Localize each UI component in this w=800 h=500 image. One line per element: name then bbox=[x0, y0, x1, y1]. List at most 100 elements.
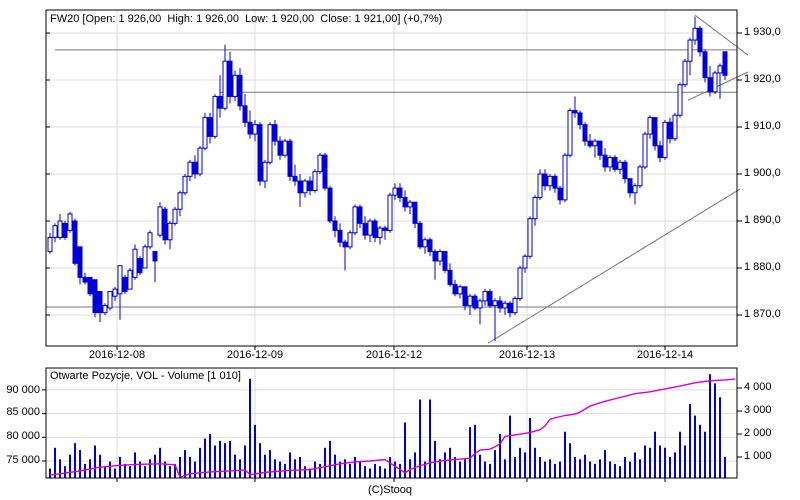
candle-body bbox=[602, 154, 608, 168]
candle-body bbox=[177, 192, 183, 210]
volume-bar bbox=[594, 463, 596, 478]
volume-bar bbox=[629, 461, 631, 478]
candle-body bbox=[252, 124, 258, 135]
candle-body bbox=[272, 124, 278, 142]
volume-bar bbox=[649, 447, 651, 478]
candle-body bbox=[137, 258, 143, 274]
candle-body bbox=[547, 175, 553, 187]
volume-bar bbox=[459, 461, 461, 478]
price-axis-label-1870: 1 870,0 bbox=[744, 308, 781, 320]
volume-bar bbox=[344, 459, 346, 478]
volume-bar bbox=[539, 457, 541, 478]
candle-body bbox=[167, 222, 173, 241]
volume-bar bbox=[329, 440, 331, 478]
volume-bar bbox=[349, 463, 351, 478]
volume-bar bbox=[514, 457, 516, 478]
volume-bar bbox=[239, 459, 241, 478]
candle-body bbox=[187, 161, 193, 177]
volume-bar bbox=[114, 468, 116, 478]
candle-body bbox=[552, 175, 558, 189]
volume-bar bbox=[644, 445, 646, 478]
candle-body bbox=[172, 208, 178, 224]
volume-bar bbox=[254, 424, 256, 478]
candle-body bbox=[377, 227, 383, 238]
volume-bar bbox=[674, 452, 676, 478]
volume-bar bbox=[269, 450, 271, 478]
candle-body bbox=[202, 117, 208, 149]
volume-bar bbox=[54, 447, 56, 478]
candle-body bbox=[462, 286, 468, 307]
volume-bar bbox=[119, 457, 121, 478]
candle-body bbox=[197, 147, 203, 175]
volume-bar bbox=[569, 443, 571, 478]
candle-body bbox=[477, 300, 483, 309]
candle-body bbox=[442, 251, 448, 271]
volume-bar bbox=[144, 466, 146, 478]
volume-bar bbox=[304, 466, 306, 478]
volume-bar bbox=[399, 463, 401, 478]
price-axis-label-1900: 1 900,0 bbox=[744, 167, 781, 179]
candle-body bbox=[622, 161, 628, 180]
candle-body bbox=[677, 84, 683, 116]
volume-bar bbox=[504, 459, 506, 478]
volume-bar bbox=[364, 466, 366, 478]
price-panel-border bbox=[45, 9, 738, 347]
volume-bar bbox=[154, 454, 156, 478]
candle-body bbox=[337, 229, 343, 243]
candle-body bbox=[112, 288, 118, 297]
volume-bar bbox=[719, 397, 721, 478]
volume-bar bbox=[659, 445, 661, 478]
candle-body bbox=[707, 77, 713, 93]
candle-body bbox=[222, 60, 228, 109]
candle-body bbox=[372, 220, 378, 238]
volume-bar bbox=[549, 459, 551, 478]
volume-bar bbox=[129, 466, 131, 478]
volume-bar bbox=[394, 461, 396, 478]
volume-bar bbox=[474, 424, 476, 478]
candle-body bbox=[152, 251, 158, 262]
candle-body bbox=[522, 255, 528, 269]
candle-body bbox=[207, 117, 213, 137]
volume-bar bbox=[714, 383, 716, 478]
volume-bar bbox=[374, 463, 376, 478]
volume-bar bbox=[614, 463, 616, 478]
candle-body bbox=[332, 220, 338, 231]
volume-bar bbox=[529, 417, 531, 478]
stooq-chart-page: FW20 [Open: 1 926,00 High: 1 926,00 Low:… bbox=[0, 0, 800, 500]
candle-body bbox=[512, 298, 518, 314]
candle-body bbox=[367, 220, 373, 236]
candle-body bbox=[307, 180, 313, 191]
volume-bar bbox=[274, 459, 276, 478]
candle-body bbox=[582, 124, 588, 142]
volume-bar bbox=[599, 459, 601, 478]
candle-body bbox=[697, 27, 703, 53]
volume-axis-label-75000: 75 000 bbox=[6, 454, 40, 466]
volume-bar bbox=[49, 468, 51, 478]
candle-body bbox=[692, 27, 698, 41]
date-label-2016-12-08: 2016-12-08 bbox=[88, 349, 146, 361]
copyright-stooq: (C)Stooq bbox=[367, 484, 413, 496]
candle-body bbox=[212, 95, 218, 137]
candle-body bbox=[227, 60, 233, 97]
candle-body bbox=[92, 279, 98, 314]
volume-bar bbox=[219, 440, 221, 478]
candle-body bbox=[257, 124, 263, 182]
candle-body bbox=[422, 239, 428, 248]
candle-body bbox=[687, 39, 693, 62]
price-axis-label-1920: 1 920,0 bbox=[744, 73, 781, 85]
candle-body bbox=[612, 157, 618, 170]
candle-body bbox=[297, 180, 303, 194]
volume-bar bbox=[359, 461, 361, 478]
candle-body bbox=[77, 246, 83, 278]
volume-axis-label-85000: 85 000 bbox=[6, 406, 40, 418]
candle-body bbox=[327, 187, 333, 222]
candle-body bbox=[322, 154, 328, 189]
volume-bar bbox=[94, 445, 96, 478]
candle-body bbox=[292, 175, 298, 182]
candle-body bbox=[717, 65, 723, 74]
volume-bar bbox=[494, 450, 496, 478]
candle-body bbox=[572, 110, 578, 114]
volume-bar bbox=[439, 459, 441, 478]
volume-bar bbox=[544, 461, 546, 478]
candle-body bbox=[162, 208, 168, 241]
